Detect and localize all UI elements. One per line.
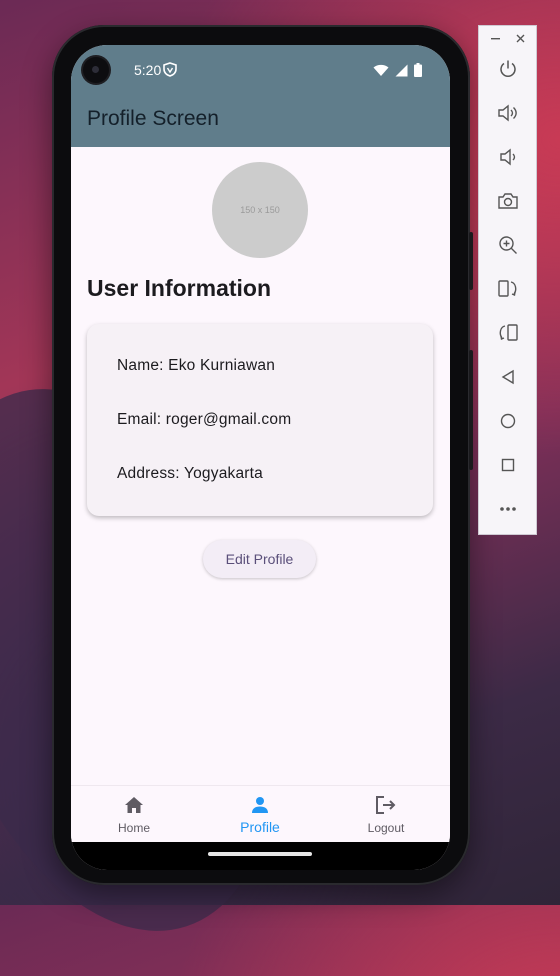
home-icon	[125, 797, 143, 813]
nav-item-profile[interactable]: Profile	[197, 786, 323, 843]
power-button[interactable]	[494, 55, 522, 83]
volume-down-button[interactable]	[494, 143, 522, 171]
battery-icon	[414, 63, 422, 77]
more-icon	[500, 507, 516, 511]
home-button[interactable]	[494, 407, 522, 435]
volume-down-icon	[500, 148, 516, 166]
phone-power-button	[469, 232, 473, 290]
home-circle-icon	[500, 413, 516, 429]
overview-icon	[501, 458, 515, 472]
avatar-placeholder-text: 150 x 150	[240, 205, 280, 215]
rotate-left-icon	[498, 280, 517, 297]
bottom-navigation: Home Profile Logout	[71, 785, 450, 843]
volume-up-button[interactable]	[494, 99, 522, 127]
user-name-text: Name: Eko Kurniawan	[117, 357, 276, 374]
phone-screen: 5:20 Profile Screen 150 x 150 User Infor…	[71, 45, 450, 870]
camera-icon	[498, 193, 518, 209]
overview-button[interactable]	[494, 451, 522, 479]
section-heading: User Information	[87, 275, 272, 301]
gesture-area	[71, 842, 450, 870]
minimize-icon[interactable]	[491, 38, 500, 40]
screenshot-button[interactable]	[494, 187, 522, 215]
vpn-shield-icon	[163, 62, 177, 77]
zoom-button[interactable]	[494, 231, 522, 259]
app-bar: 5:20 Profile Screen	[71, 45, 450, 147]
status-bar: 5:20	[71, 45, 450, 95]
more-button[interactable]	[494, 495, 522, 523]
avatar: 150 x 150	[212, 162, 308, 258]
volume-up-icon	[498, 104, 517, 122]
wifi-icon	[373, 64, 389, 76]
emulator-toolbar	[478, 25, 537, 535]
front-camera	[83, 57, 109, 83]
edit-profile-button[interactable]: Edit Profile	[203, 540, 316, 578]
back-icon	[501, 369, 514, 385]
user-email-text: Email: roger@gmail.com	[117, 411, 292, 428]
logout-icon	[376, 796, 396, 814]
rotate-right-button[interactable]	[494, 319, 522, 347]
signal-icon	[395, 64, 408, 76]
rotate-right-icon	[499, 324, 518, 341]
nav-item-logout[interactable]: Logout	[323, 786, 449, 843]
nav-label-profile: Profile	[240, 819, 280, 835]
zoom-in-icon	[499, 236, 517, 254]
rotate-left-button[interactable]	[494, 275, 522, 303]
person-icon	[252, 797, 268, 813]
nav-item-home[interactable]: Home	[71, 786, 197, 843]
user-info-card: Name: Eko Kurniawan Email: roger@gmail.c…	[87, 324, 433, 516]
phone-volume-button	[469, 350, 473, 470]
back-button[interactable]	[494, 363, 522, 391]
page-title: Profile Screen	[87, 107, 219, 130]
nav-label-logout: Logout	[367, 821, 405, 835]
status-time: 5:20	[134, 62, 162, 78]
gesture-handle[interactable]	[208, 852, 312, 856]
power-icon	[500, 60, 516, 77]
close-icon[interactable]	[516, 34, 525, 43]
nav-label-home: Home	[117, 821, 150, 835]
user-address-text: Address: Yogyakarta	[117, 465, 263, 482]
